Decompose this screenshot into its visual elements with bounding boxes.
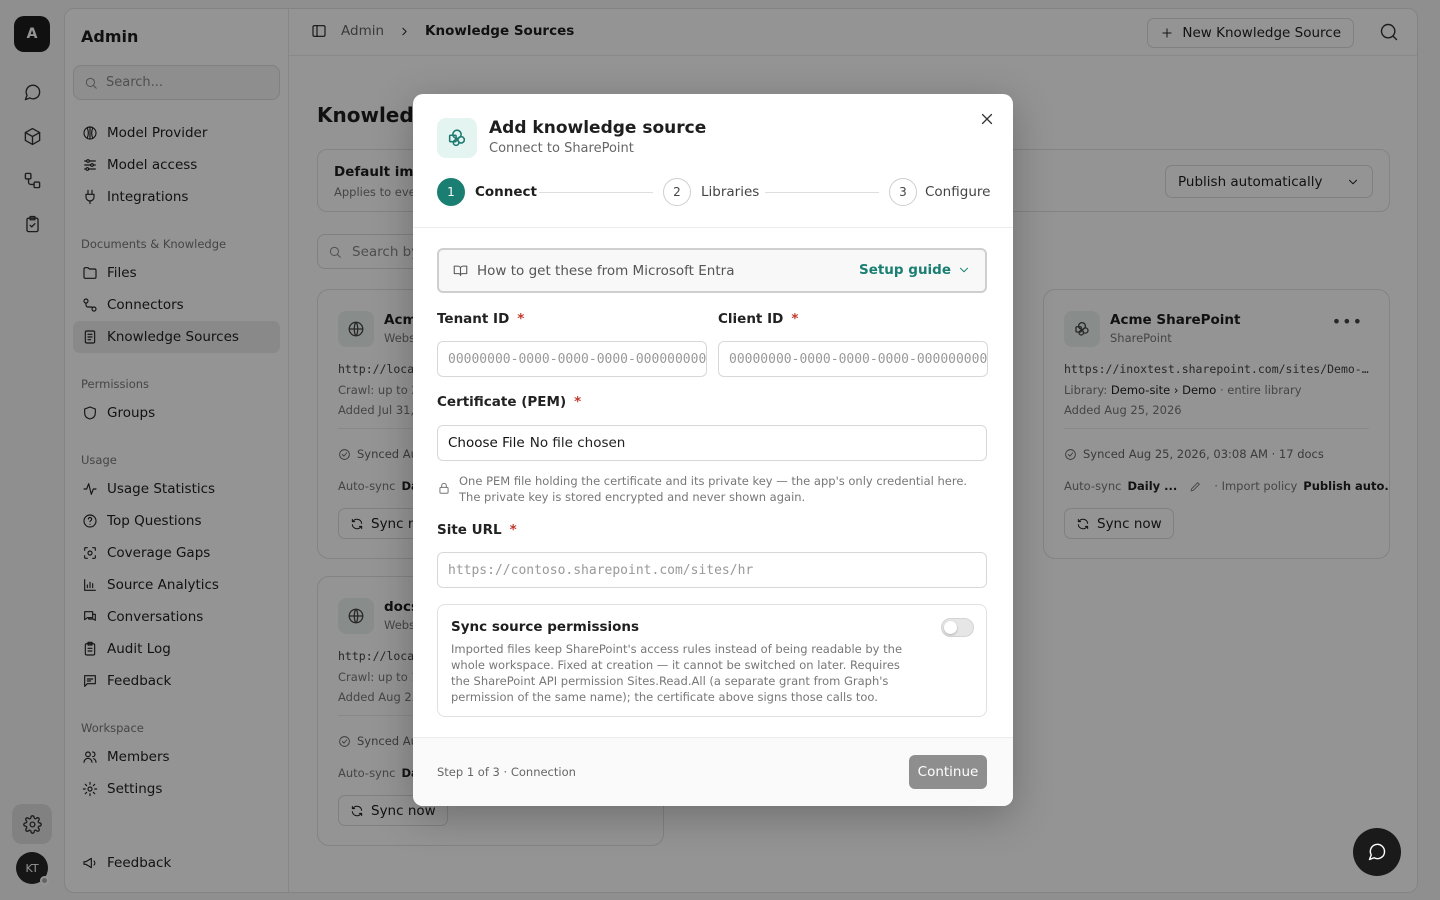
file-status: No file chosen xyxy=(529,435,626,451)
sync-permissions-title: Sync source permissions xyxy=(451,619,640,635)
client-id-label-text: Client ID xyxy=(718,311,784,327)
tenant-id-label: Tenant ID * xyxy=(437,311,524,327)
dialog-subtitle: Connect to SharePoint xyxy=(489,141,634,156)
required-mark: * xyxy=(517,311,525,327)
sync-permissions-toggle[interactable] xyxy=(941,618,974,637)
chevron-down-icon xyxy=(960,267,968,273)
setup-guide-label: Setup guide xyxy=(858,262,951,278)
dialog-title: Add knowledge source xyxy=(489,118,707,138)
tenant-id-label-text: Tenant ID xyxy=(437,311,510,327)
sync-permissions-panel: Sync source permissions Imported files k… xyxy=(437,604,987,717)
required-mark: * xyxy=(509,522,517,538)
step-3-label: Configure xyxy=(925,184,991,200)
continue-button[interactable]: Continue xyxy=(909,755,987,789)
chat-launcher-button[interactable] xyxy=(1353,828,1401,876)
site-url-label-text: Site URL xyxy=(437,522,502,538)
required-mark: * xyxy=(791,311,799,327)
tenant-id-placeholder: 00000000-0000-0000-0000-000000000000 xyxy=(448,351,707,367)
client-id-placeholder: 00000000-0000-0000-0000-000000000000 xyxy=(729,351,988,367)
stepper: 1 Connect 2 Libraries 3 Configure xyxy=(437,178,991,206)
sharepoint-icon xyxy=(437,118,477,158)
required-mark: * xyxy=(574,394,582,410)
lock-icon xyxy=(439,482,449,494)
sync-permissions-description: Imported files keep SharePoint's access … xyxy=(451,642,903,704)
dialog-footer: Step 1 of 3 · Connection Continue xyxy=(413,737,1013,806)
step-2-number: 2 xyxy=(663,178,691,206)
site-url-placeholder: https://contoso.sharepoint.com/sites/hr xyxy=(448,562,754,578)
setup-guide-banner[interactable]: How to get these from Microsoft Entra Se… xyxy=(437,248,987,293)
site-url-label: Site URL * xyxy=(437,522,517,538)
client-id-label: Client ID * xyxy=(718,311,798,327)
choose-file-button[interactable]: Choose File xyxy=(448,435,525,451)
certificate-note: One PEM file holding the certificate and… xyxy=(437,473,987,505)
add-knowledge-source-dialog: Add knowledge source Connect to SharePoi… xyxy=(413,94,1013,806)
certificate-label: Certificate (PEM) * xyxy=(437,394,581,410)
certificate-label-text: Certificate (PEM) xyxy=(437,394,567,410)
book-open-icon xyxy=(453,265,468,277)
step-3-number: 3 xyxy=(889,178,917,206)
divider xyxy=(413,227,1013,228)
certificate-file-input[interactable]: Choose File No file chosen xyxy=(437,425,987,461)
chat-bubble-icon xyxy=(1368,843,1386,861)
step-1-number: 1 xyxy=(437,178,465,206)
step-2-label: Libraries xyxy=(701,184,760,200)
step-connector xyxy=(765,192,879,193)
site-url-input[interactable]: https://contoso.sharepoint.com/sites/hr xyxy=(437,552,987,588)
toggle-knob xyxy=(944,621,957,634)
certificate-note-text: One PEM file holding the certificate and… xyxy=(459,474,968,504)
tenant-id-input[interactable]: 00000000-0000-0000-0000-000000000000 xyxy=(437,341,707,377)
client-id-input[interactable]: 00000000-0000-0000-0000-000000000000 xyxy=(718,341,988,377)
close-icon[interactable] xyxy=(978,110,996,128)
step-status: Step 1 of 3 · Connection xyxy=(437,765,576,779)
setup-guide-link[interactable]: Setup guide xyxy=(859,262,971,278)
step-connector xyxy=(539,192,653,193)
guide-text: How to get these from Microsoft Entra xyxy=(477,262,735,279)
step-1-label: Connect xyxy=(475,184,538,200)
